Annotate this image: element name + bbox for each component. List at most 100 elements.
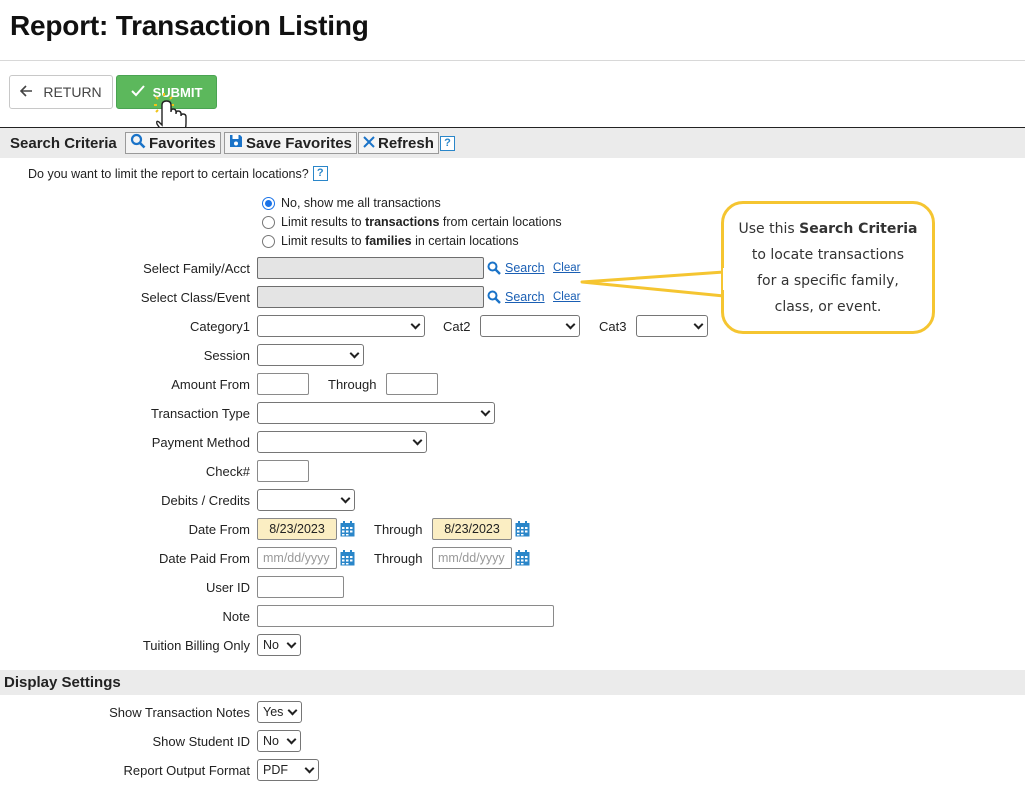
note-input[interactable] bbox=[257, 605, 554, 627]
refresh-button[interactable]: Refresh bbox=[358, 132, 439, 154]
chevron-down-icon bbox=[349, 348, 360, 358]
radio-transactions-locations[interactable]: Limit results to transactions from certa… bbox=[262, 215, 562, 229]
user-id-input[interactable] bbox=[257, 576, 344, 598]
payment-method-select[interactable] bbox=[257, 431, 427, 453]
calendar-icon[interactable] bbox=[515, 521, 530, 540]
calendar-icon[interactable] bbox=[340, 521, 355, 540]
date-paid-through-label: Through bbox=[374, 551, 423, 566]
tuition-billing-select[interactable]: No bbox=[257, 634, 301, 656]
show-student-id-label: Show Student ID bbox=[152, 734, 250, 749]
calendar-icon[interactable] bbox=[340, 550, 355, 569]
return-button-label: RETURN bbox=[43, 84, 102, 100]
amount-through-label: Through bbox=[328, 377, 377, 392]
callout-pointer bbox=[580, 270, 725, 298]
chevron-down-icon bbox=[304, 763, 315, 773]
payment-method-label: Payment Method bbox=[151, 435, 250, 450]
radio-label: Limit results to families in certain loc… bbox=[281, 234, 519, 248]
show-student-id-select[interactable]: No bbox=[257, 730, 301, 752]
callout-line-4: class, or event. bbox=[774, 298, 882, 315]
class-event-search-link[interactable]: Search bbox=[505, 290, 545, 304]
close-x-icon bbox=[363, 135, 375, 152]
date-paid-from-label: Date Paid From bbox=[158, 551, 250, 566]
cat3-label: Cat3 bbox=[599, 319, 627, 334]
category1-label: Category1 bbox=[190, 319, 250, 334]
radio-label: No, show me all transactions bbox=[281, 196, 441, 210]
radio-button[interactable] bbox=[262, 196, 275, 210]
search-criteria-title: Search Criteria bbox=[10, 135, 117, 152]
cat3-select[interactable] bbox=[636, 315, 708, 337]
radio-label: Limit results to transactions from certa… bbox=[281, 215, 562, 229]
display-settings-title: Display Settings bbox=[4, 674, 121, 691]
session-label: Session bbox=[203, 348, 250, 363]
tuition-billing-label: Tuition Billing Only bbox=[142, 638, 250, 653]
date-through-label: Through bbox=[374, 522, 423, 537]
amount-from-label: Amount From bbox=[171, 377, 250, 392]
search-icon[interactable] bbox=[487, 290, 501, 307]
callout-line-1: Use this Search Criteria bbox=[738, 220, 918, 237]
report-output-format-label: Report Output Format bbox=[123, 763, 250, 778]
family-field[interactable] bbox=[257, 257, 484, 279]
return-button[interactable]: RETURN bbox=[9, 75, 113, 109]
radio-all-transactions[interactable]: No, show me all transactions bbox=[262, 196, 441, 210]
debits-credits-select[interactable] bbox=[257, 489, 355, 511]
chevron-down-icon bbox=[693, 319, 704, 329]
radio-button[interactable] bbox=[262, 234, 275, 248]
category1-select[interactable] bbox=[257, 315, 425, 337]
title-divider bbox=[0, 60, 1025, 61]
favorites-button[interactable]: Favorites bbox=[125, 132, 221, 154]
search-criteria-callout: Use this Search Criteria to locate trans… bbox=[721, 201, 935, 334]
chevron-down-icon bbox=[340, 493, 351, 503]
chevron-down-icon bbox=[286, 734, 297, 744]
transaction-type-select[interactable] bbox=[257, 402, 495, 424]
show-transaction-notes-select[interactable]: Yes bbox=[257, 701, 302, 723]
chevron-down-icon bbox=[412, 435, 423, 445]
favorites-label: Favorites bbox=[149, 134, 216, 152]
radio-button[interactable] bbox=[262, 215, 275, 229]
calendar-icon[interactable] bbox=[515, 550, 530, 569]
help-icon[interactable]: ? bbox=[312, 166, 328, 181]
session-select[interactable] bbox=[257, 344, 364, 366]
date-from-label: Date From bbox=[188, 522, 250, 537]
refresh-label: Refresh bbox=[378, 134, 434, 152]
help-icon[interactable]: ? bbox=[440, 136, 455, 151]
chevron-down-icon bbox=[287, 705, 298, 715]
chevron-down-icon bbox=[286, 638, 297, 648]
chevron-down-icon bbox=[480, 406, 491, 416]
callout-line-2: to locate transactions bbox=[751, 246, 905, 263]
report-output-format-select[interactable]: PDF bbox=[257, 759, 319, 781]
checkmark-icon bbox=[130, 84, 145, 100]
check-number-label: Check# bbox=[205, 464, 250, 479]
debits-credits-label: Debits / Credits bbox=[161, 493, 250, 508]
amount-through-input[interactable] bbox=[386, 373, 438, 395]
amount-from-input[interactable] bbox=[257, 373, 309, 395]
save-favorites-label: Save Favorites bbox=[246, 134, 352, 152]
date-paid-from-input[interactable]: mm/dd/yyyy bbox=[257, 547, 337, 569]
class-event-label: Select Class/Event bbox=[140, 290, 250, 305]
cat2-label: Cat2 bbox=[443, 319, 471, 334]
page-title: Report: Transaction Listing bbox=[10, 10, 369, 41]
family-label: Select Family/Acct bbox=[143, 261, 250, 276]
chevron-down-icon bbox=[565, 319, 576, 329]
search-icon[interactable] bbox=[487, 261, 501, 278]
locations-question-row: Do you want to limit the report to certa… bbox=[28, 166, 328, 181]
note-label: Note bbox=[222, 609, 250, 624]
save-favorites-button[interactable]: Save Favorites bbox=[224, 132, 357, 154]
search-icon bbox=[130, 133, 146, 153]
transaction-type-label: Transaction Type bbox=[151, 406, 250, 421]
display-settings-bar bbox=[0, 670, 1025, 695]
cat2-select[interactable] bbox=[480, 315, 580, 337]
date-from-input[interactable]: 8/23/2023 bbox=[257, 518, 337, 540]
show-transaction-notes-label: Show Transaction Notes bbox=[109, 705, 250, 720]
family-search-link[interactable]: Search bbox=[505, 261, 545, 275]
floppy-disk-icon bbox=[229, 134, 243, 152]
class-event-field[interactable] bbox=[257, 286, 484, 308]
chevron-down-icon bbox=[410, 319, 421, 329]
radio-families-locations[interactable]: Limit results to families in certain loc… bbox=[262, 234, 519, 248]
check-number-input[interactable] bbox=[257, 460, 309, 482]
locations-question: Do you want to limit the report to certa… bbox=[28, 166, 309, 181]
callout-line-3: for a specific family, bbox=[757, 272, 899, 289]
user-id-label: User ID bbox=[205, 580, 250, 595]
date-paid-through-input[interactable]: mm/dd/yyyy bbox=[432, 547, 512, 569]
date-through-input[interactable]: 8/23/2023 bbox=[432, 518, 512, 540]
arrow-left-icon bbox=[20, 84, 33, 100]
